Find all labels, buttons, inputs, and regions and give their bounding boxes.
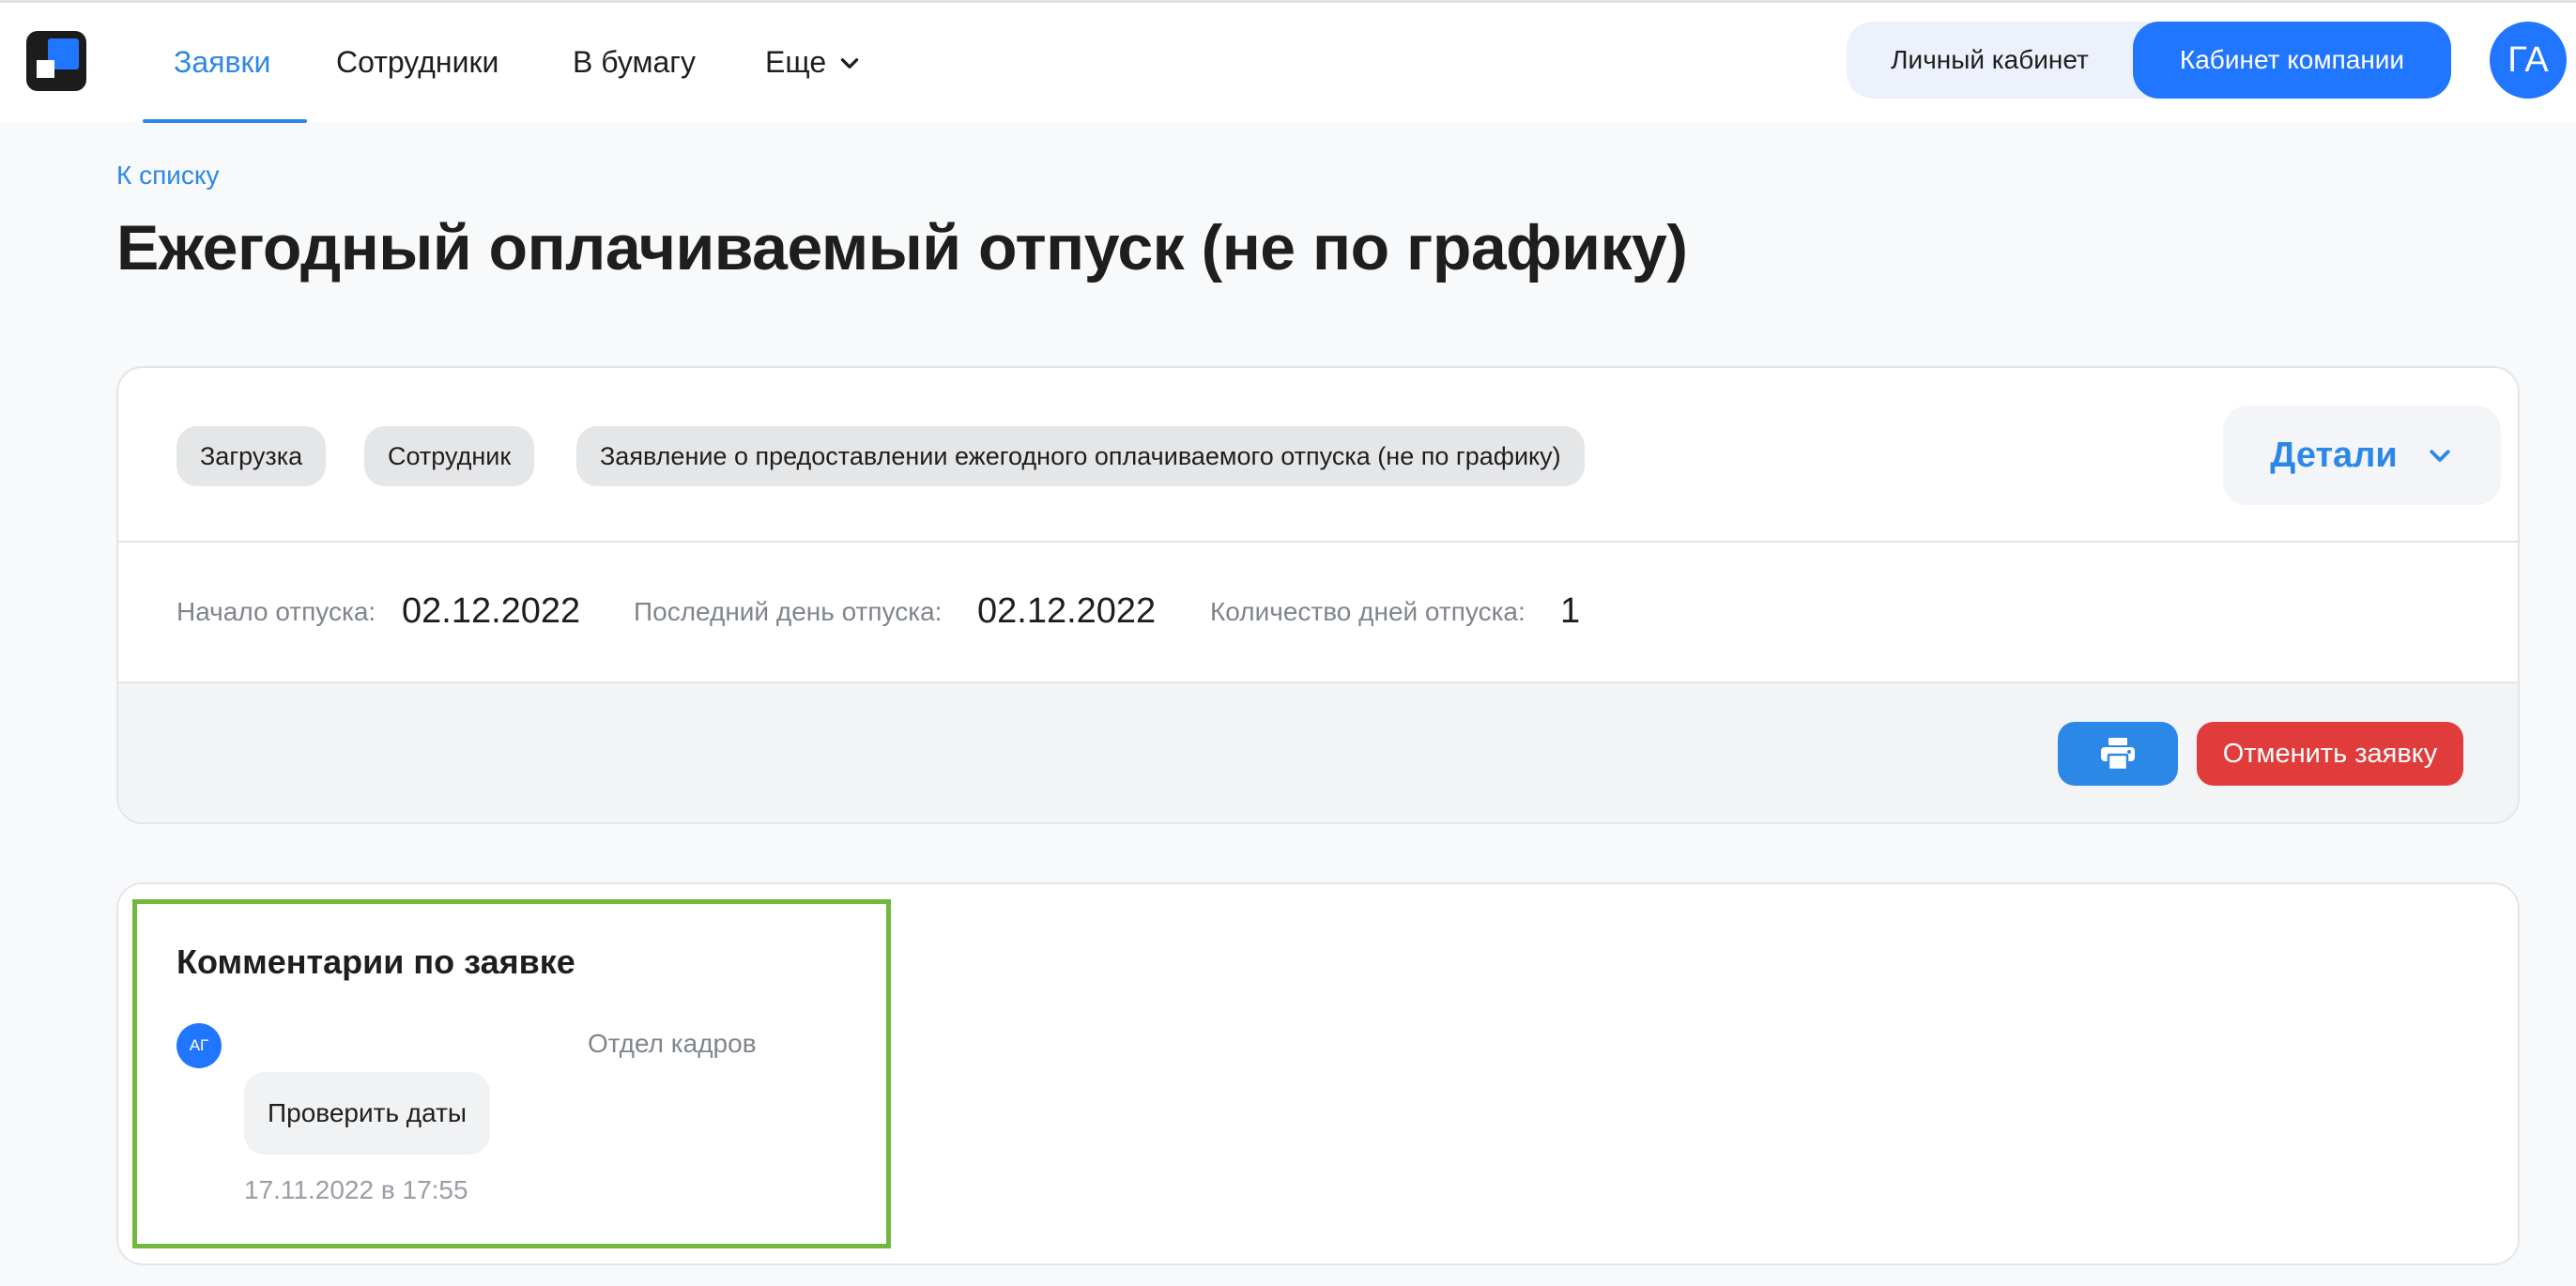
app-logo[interactable] bbox=[26, 31, 86, 91]
vacation-start-value: 02.12.2022 bbox=[402, 591, 581, 631]
details-label: Детали bbox=[2270, 435, 2398, 475]
company-cabinet-label: Кабинет компании bbox=[2179, 45, 2405, 74]
printer-icon bbox=[2101, 738, 2135, 771]
comment-text: Проверить даты bbox=[268, 1098, 468, 1127]
tag-employee: Сотрудник bbox=[364, 426, 535, 486]
nav-active-indicator bbox=[143, 119, 307, 123]
comment-author-initials: АГ bbox=[189, 1036, 209, 1054]
vacation-days-value: 1 bbox=[1560, 591, 1581, 631]
nav-more-label: Еще bbox=[765, 45, 827, 79]
company-cabinet-button[interactable]: Кабинет компании bbox=[2133, 22, 2451, 99]
page-title: Ежегодный оплачиваемый отпуск (не по гра… bbox=[116, 212, 1688, 283]
back-to-list-link[interactable]: К списку bbox=[116, 161, 219, 191]
vacation-start-label: Начало отпуска: bbox=[176, 597, 376, 626]
details-button[interactable]: Детали bbox=[2223, 406, 2501, 505]
user-avatar[interactable]: ГА bbox=[2490, 22, 2567, 99]
vacation-days-label: Количество дней отпуска: bbox=[1210, 597, 1526, 626]
vacation-end-label: Последний день отпуска: bbox=[634, 597, 943, 626]
user-avatar-initials: ГА bbox=[2507, 39, 2549, 80]
nav-requests-label: Заявки bbox=[174, 45, 271, 79]
cancel-request-button[interactable]: Отменить заявку bbox=[2197, 722, 2463, 786]
nav-to-paper-label: В бумагу bbox=[573, 45, 696, 79]
request-actions-row: Отменить заявку bbox=[118, 683, 2518, 822]
nav-employees-label: Сотрудники bbox=[336, 45, 499, 79]
top-navigation: Заявки Сотрудники В бумагу Еще Личный ка… bbox=[0, 3, 2576, 123]
personal-cabinet-label: Личный кабинет bbox=[1891, 45, 2089, 74]
vacation-end-value: 02.12.2022 bbox=[977, 591, 1157, 631]
personal-cabinet-button[interactable]: Личный кабинет bbox=[1847, 22, 2133, 99]
chevron-down-icon bbox=[840, 57, 859, 69]
comment-author-avatar: АГ bbox=[176, 1023, 222, 1068]
comments-card: Комментарии по заявке АГ Отдел кадров Пр… bbox=[116, 882, 2520, 1265]
nav-to-paper[interactable]: В бумагу bbox=[573, 3, 696, 122]
comment-timestamp: 17.11.2022 в 17:55 bbox=[244, 1175, 468, 1204]
cancel-request-label: Отменить заявку bbox=[2222, 738, 2438, 769]
request-tags-row: Загрузка Сотрудник Заявление о предостав… bbox=[118, 368, 2518, 543]
comments-title: Комментарии по заявке bbox=[176, 942, 575, 981]
tag-document-type: Заявление о предоставлении ежегодного оп… bbox=[576, 426, 1585, 486]
request-card: Загрузка Сотрудник Заявление о предостав… bbox=[116, 366, 2520, 824]
comment-department: Отдел кадров bbox=[588, 1029, 757, 1058]
tag-upload: Загрузка bbox=[176, 426, 327, 486]
nav-employees[interactable]: Сотрудники bbox=[336, 3, 498, 122]
comment-bubble: Проверить даты bbox=[244, 1072, 491, 1155]
vacation-fields-row: Начало отпуска: 02.12.2022 Последний ден… bbox=[118, 543, 2518, 683]
cabinet-switch: Личный кабинет Кабинет компании bbox=[1847, 22, 2451, 99]
nav-more[interactable]: Еще bbox=[765, 3, 862, 122]
print-button[interactable] bbox=[2058, 722, 2178, 786]
nav-requests[interactable]: Заявки bbox=[174, 3, 270, 122]
chevron-down-icon bbox=[2430, 450, 2450, 462]
